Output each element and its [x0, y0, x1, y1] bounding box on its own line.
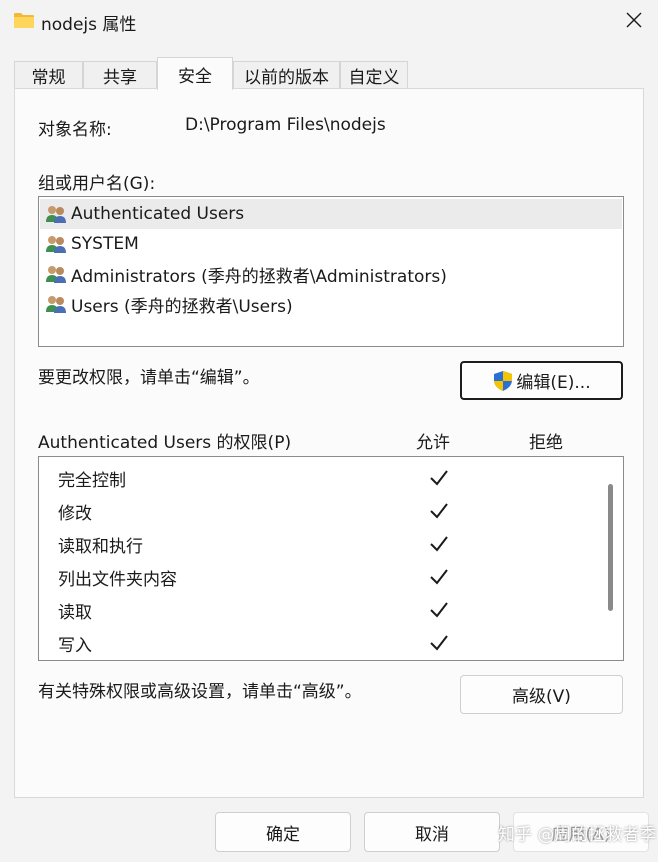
checkmark-icon	[430, 536, 448, 552]
edit-button-label: 编辑(E)...	[516, 373, 591, 393]
permission-name: 修改	[58, 504, 92, 524]
permission-name: 写入	[58, 636, 92, 656]
permission-row: 写入	[40, 627, 598, 660]
change-permissions-hint: 要更改权限，请单击“编辑”。	[38, 368, 260, 388]
cancel-button-label: 取消	[415, 824, 449, 845]
tab-sharing[interactable]: 共享	[83, 61, 157, 89]
close-icon	[626, 12, 642, 28]
permission-row: 读取	[40, 594, 598, 627]
cancel-button[interactable]: 取消	[364, 812, 500, 852]
title-bar: nodejs 属性	[0, 0, 658, 44]
permission-name: 列出文件夹内容	[58, 570, 177, 590]
user-name: Users (季舟的拯救者\Users)	[71, 296, 293, 317]
users-icon	[46, 236, 66, 253]
window-title: nodejs 属性	[41, 15, 137, 35]
tab-label: 共享	[103, 68, 137, 88]
permissions-list[interactable]: 完全控制 修改 读取和执行 列出文件夹内容 读取 写入	[38, 456, 624, 661]
deny-header: 拒绝	[529, 433, 563, 453]
object-name-value: D:\Program Files\nodejs	[185, 115, 386, 135]
list-item-administrators[interactable]: Administrators (季舟的拯救者\Administrators)	[40, 259, 622, 289]
ok-button[interactable]: 确定	[215, 812, 351, 852]
tab-customize[interactable]: 自定义	[340, 61, 408, 89]
checkmark-icon	[430, 635, 448, 651]
user-name: Administrators (季舟的拯救者\Administrators)	[71, 266, 447, 287]
advanced-button-label: 高级(V)	[512, 687, 571, 707]
tab-label: 安全	[178, 66, 212, 87]
folder-icon	[14, 13, 34, 28]
permission-name: 读取	[58, 603, 92, 623]
permission-name: 完全控制	[58, 471, 126, 491]
permission-row: 读取和执行	[40, 528, 598, 561]
uac-shield-icon	[494, 370, 513, 391]
permission-row: 列出文件夹内容	[40, 561, 598, 594]
close-button[interactable]	[620, 6, 648, 34]
checkmark-icon	[430, 569, 448, 585]
permission-name: 读取和执行	[58, 537, 143, 557]
tab-security[interactable]: 安全	[157, 57, 233, 90]
edit-button[interactable]: 编辑(E)...	[460, 361, 623, 400]
users-icon	[46, 266, 66, 283]
object-name-label: 对象名称:	[38, 120, 112, 140]
permission-row: 完全控制	[40, 462, 598, 495]
list-item-system[interactable]: SYSTEM	[40, 229, 622, 259]
allow-header: 允许	[416, 433, 450, 453]
users-icon	[46, 206, 66, 223]
tab-label: 以前的版本	[244, 68, 329, 88]
group-label: 组或用户名(G):	[38, 174, 156, 194]
tab-general[interactable]: 常规	[14, 61, 83, 89]
vertical-scrollbar[interactable]	[598, 458, 622, 659]
list-item-authenticated-users[interactable]: Authenticated Users	[40, 199, 622, 229]
advanced-hint: 有关特殊权限或高级设置，请单击“高级”。	[38, 682, 362, 702]
checkmark-icon	[430, 602, 448, 618]
list-item-users[interactable]: Users (季舟的拯救者\Users)	[40, 289, 622, 319]
watermark: 知乎 @周的拯救者季	[498, 825, 657, 845]
user-listbox[interactable]: Authenticated Users SYSTEM Administrator…	[38, 196, 624, 347]
tab-previous-versions[interactable]: 以前的版本	[233, 61, 340, 89]
users-icon	[46, 296, 66, 313]
checkmark-icon	[430, 470, 448, 486]
user-name: Authenticated Users	[71, 204, 245, 224]
advanced-button[interactable]: 高级(V)	[460, 675, 623, 714]
ok-button-label: 确定	[266, 824, 300, 845]
permissions-header: Authenticated Users 的权限(P)	[38, 433, 292, 453]
scrollbar-thumb[interactable]	[608, 484, 613, 611]
security-panel: 对象名称: D:\Program Files\nodejs 组或用户名(G): …	[14, 88, 644, 798]
user-name: SYSTEM	[71, 234, 139, 254]
permission-row: 修改	[40, 495, 598, 528]
tab-label: 常规	[31, 68, 66, 88]
checkmark-icon	[430, 503, 448, 519]
tab-label: 自定义	[348, 68, 400, 88]
